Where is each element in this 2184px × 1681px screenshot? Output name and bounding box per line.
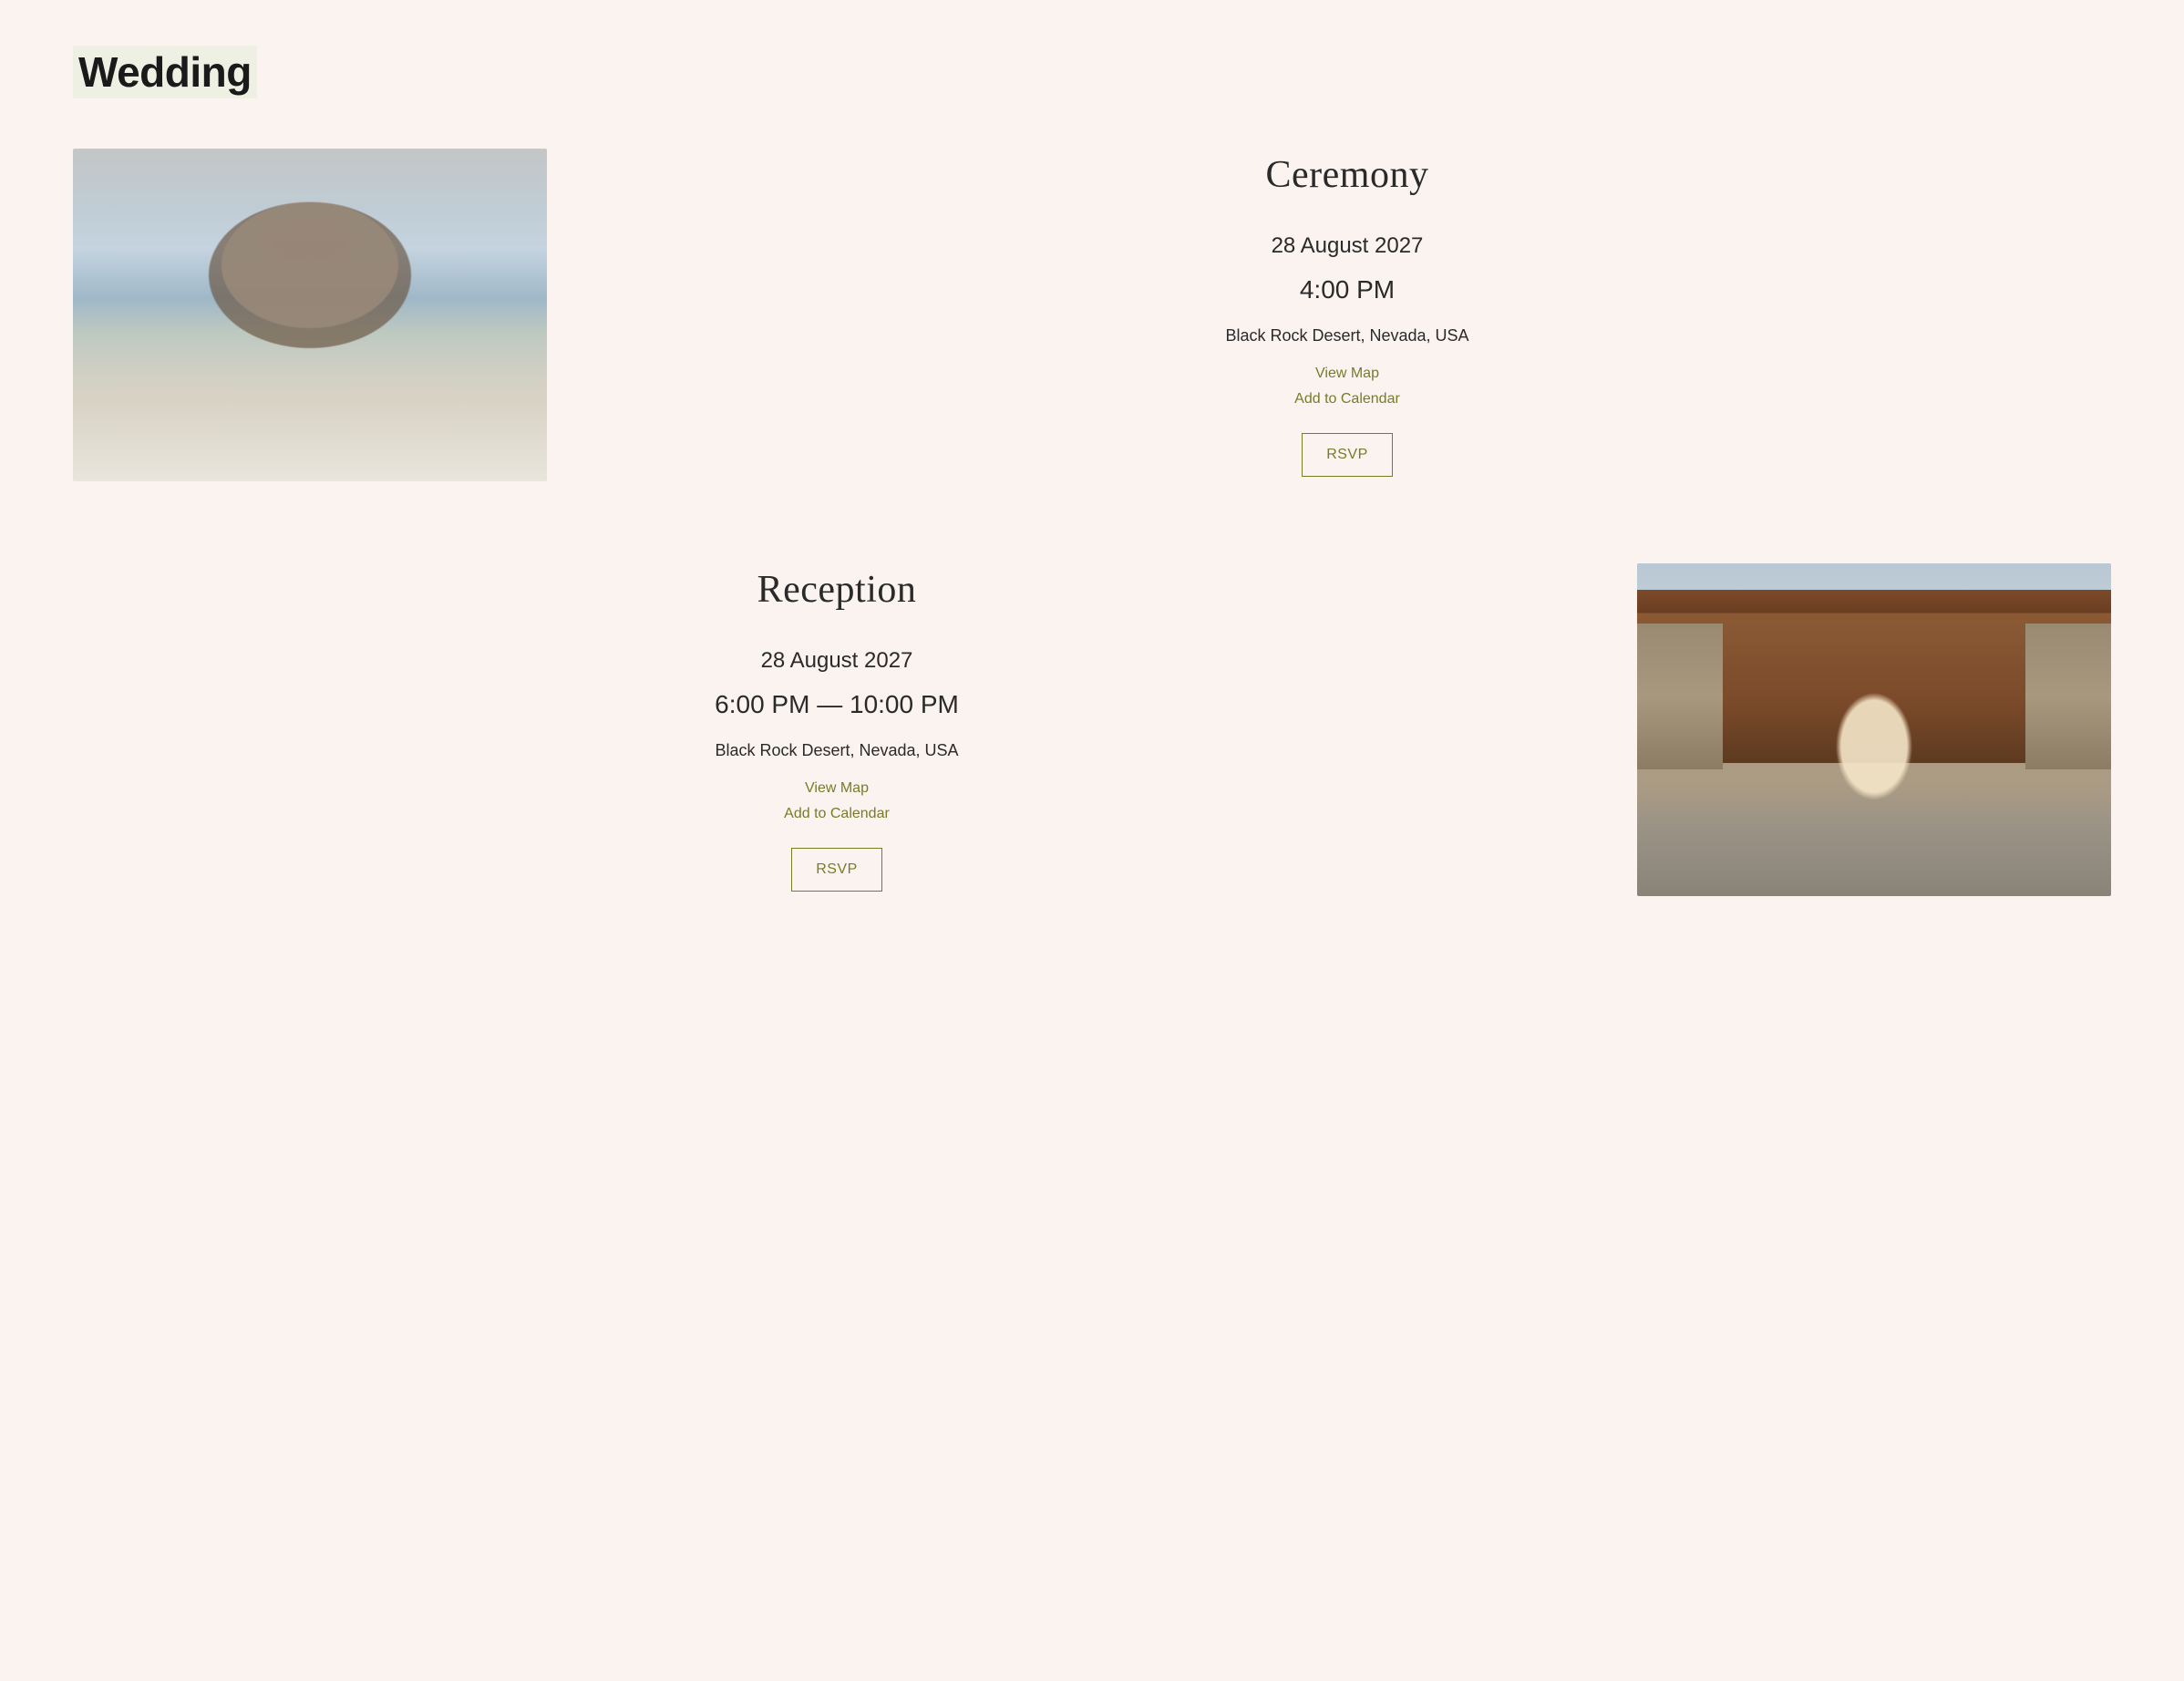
- reception-row: Reception 28 August 2027 6:00 PM — 10:00…: [73, 550, 2111, 910]
- reception-date: 28 August 2027: [91, 648, 1582, 674]
- reception-location: Black Rock Desert, Nevada, USA: [91, 741, 1582, 760]
- ceremony-rsvp-button[interactable]: RSVP: [1302, 433, 1393, 477]
- reception-title: Reception: [91, 568, 1582, 612]
- ceremony-details: Ceremony 28 August 2027 4:00 PM Black Ro…: [583, 135, 2111, 495]
- ceremony-title: Ceremony: [602, 153, 2093, 197]
- ceremony-time: 4:00 PM: [602, 275, 2093, 304]
- ceremony-row: Ceremony 28 August 2027 4:00 PM Black Ro…: [73, 135, 2111, 495]
- ceremony-location: Black Rock Desert, Nevada, USA: [602, 326, 2093, 345]
- reception-view-map-link[interactable]: View Map: [91, 780, 1582, 797]
- ceremony-add-calendar-link[interactable]: Add to Calendar: [602, 391, 2093, 407]
- ceremony-date: 28 August 2027: [602, 233, 2093, 259]
- reception-image: [1637, 563, 2111, 896]
- page-title: Wedding: [73, 46, 257, 98]
- reception-time: 6:00 PM — 10:00 PM: [91, 690, 1582, 719]
- reception-rsvp-button[interactable]: RSVP: [791, 848, 882, 892]
- reception-add-calendar-link[interactable]: Add to Calendar: [91, 806, 1582, 822]
- reception-details: Reception 28 August 2027 6:00 PM — 10:00…: [73, 550, 1601, 910]
- ceremony-image: [73, 149, 547, 481]
- ceremony-view-map-link[interactable]: View Map: [602, 366, 2093, 382]
